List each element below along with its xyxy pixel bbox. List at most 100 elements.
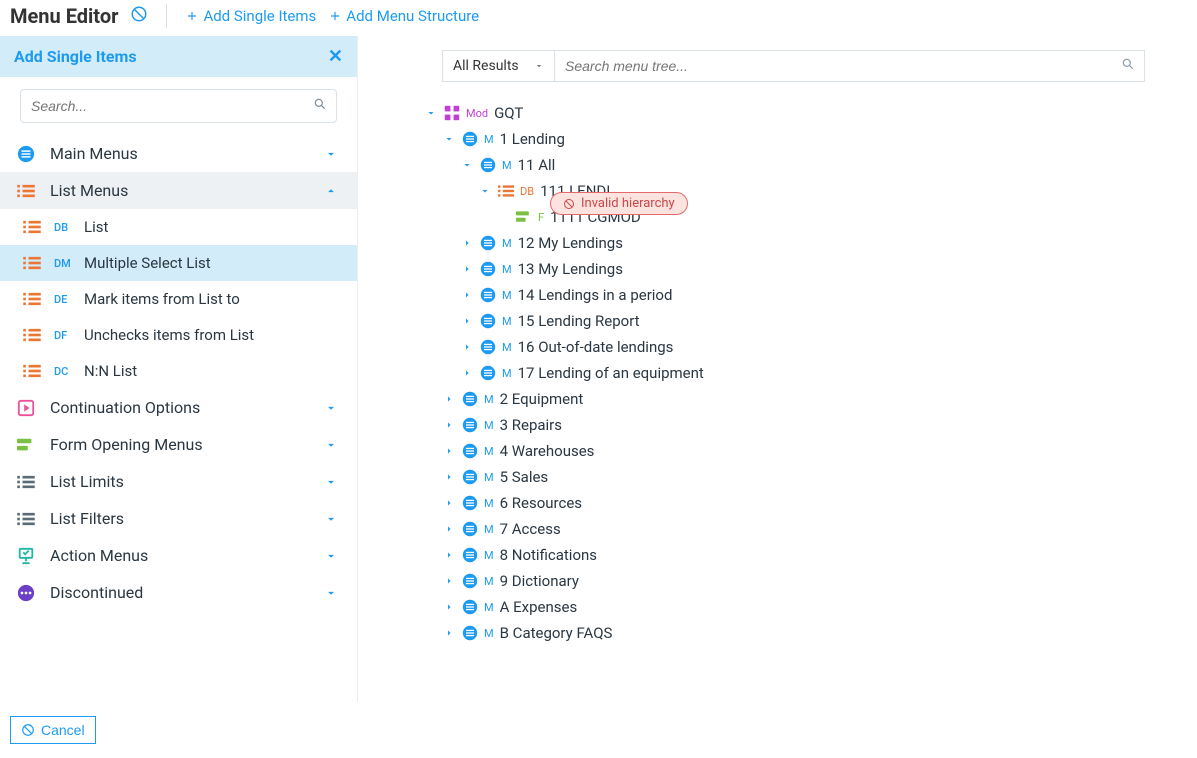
tree-node[interactable]: M16 Out-of-date lendings [458,334,1181,360]
tree-search-icon[interactable] [1121,57,1135,75]
tree-root-node[interactable]: ModGQT [422,100,1181,126]
toggle-icon[interactable] [460,158,474,172]
tree-node[interactable]: M8 Notifications [440,542,1181,568]
tree-node[interactable]: M2 Equipment [440,386,1181,412]
tree-node[interactable]: M12 My Lendings [458,230,1181,256]
menu-circle-icon [480,365,496,381]
node-label: A Expenses [500,598,578,616]
tree-node[interactable]: M6 Resources [440,490,1181,516]
sub-item[interactable]: DF Unchecks items from List [0,317,357,353]
toggle-icon[interactable] [442,496,456,510]
footer: Cancel [0,702,1197,758]
toggle-icon[interactable] [442,392,456,406]
list-icon [22,364,42,378]
toggle-icon[interactable] [460,236,474,250]
category-label: List Limits [50,472,124,491]
db-list-icon [498,183,514,199]
tree-node[interactable]: M 13 My Lendings [458,256,1181,282]
menu-circle-icon [462,417,478,433]
chevron-down-icon [321,549,341,563]
node-label: 13 My Lendings [518,260,623,278]
tree-node[interactable]: M4 Warehouses [440,438,1181,464]
toggle-icon[interactable] [460,314,474,328]
node-label: 2 Equipment [500,390,584,408]
tree-node[interactable]: F1111 CGMODInvalid hierarchy [494,204,1181,230]
category-label: Action Menus [50,546,148,565]
category-main-menus[interactable]: Main Menus [0,135,357,172]
tree-search-input[interactable] [554,50,1145,82]
menu-circle-icon [480,313,496,329]
filter-select[interactable]: All Results [442,50,554,82]
type-tag: M [484,445,494,458]
sub-label: N:N List [84,362,137,380]
toggle-icon[interactable] [442,470,456,484]
toggle-icon[interactable] [460,366,474,380]
tree-node[interactable]: M17 Lending of an equipment [458,360,1181,386]
sub-code: DE [54,293,72,306]
tree-node[interactable]: M 7 Access [440,516,1181,542]
sub-item[interactable]: DC N:N List [0,353,357,389]
toggle-icon[interactable] [442,574,456,588]
tree-node[interactable]: M15 Lending Report [458,308,1181,334]
toggle-icon[interactable] [442,132,456,146]
type-tag: M [502,289,512,302]
tree-node[interactable]: M11 All [458,152,1181,178]
category-icon [16,399,36,417]
menu-circle-icon [480,157,496,173]
list-icon [22,328,42,342]
type-tag: M [484,601,494,614]
type-tag: M [484,627,494,640]
toggle-icon[interactable] [442,600,456,614]
sub-item[interactable]: DB List [0,209,357,245]
chevron-down-icon [321,586,341,600]
toggle-icon[interactable] [442,548,456,562]
toggle-icon[interactable] [442,626,456,640]
toggle-icon[interactable] [460,288,474,302]
toggle-icon[interactable] [478,184,492,198]
sub-item[interactable]: DE Mark items from List to [0,281,357,317]
tree-node[interactable]: M A Expenses [440,594,1181,620]
type-tag: Mod [466,107,488,120]
sub-label: Multiple Select List [84,254,211,272]
tree-node[interactable]: MB Category FAQS [440,620,1181,646]
add-single-items-button[interactable]: Add Single Items [185,7,316,25]
search-input[interactable] [20,89,337,123]
toggle-icon[interactable] [442,522,456,536]
add-menu-structure-button[interactable]: Add Menu Structure [328,7,479,25]
toggle-icon[interactable] [460,262,474,276]
menu-circle-icon [462,469,478,485]
tree-node[interactable]: M3 Repairs [440,412,1181,438]
menu-circle-icon [462,599,478,615]
sub-item[interactable]: DM Multiple Select List [0,245,357,281]
category-form-opening[interactable]: Form Opening Menus [0,426,357,463]
cancel-button[interactable]: Cancel [10,716,96,744]
type-tag: M [484,523,494,536]
tree-node[interactable]: M14 Lendings in a period [458,282,1181,308]
type-tag: M [502,263,512,276]
type-tag: M [484,133,494,146]
close-icon[interactable]: ✕ [328,46,343,67]
category-list-menus[interactable]: List Menus [0,172,357,209]
toggle-icon[interactable] [442,418,456,432]
node-label: 3 Repairs [500,416,562,434]
category-list-filters[interactable]: List Filters [0,500,357,537]
tree-node[interactable]: M5 Sales [440,464,1181,490]
toggle-icon[interactable] [460,340,474,354]
search-icon[interactable] [313,97,327,115]
sub-label: List [84,218,108,236]
node-label: 7 Access [500,520,561,538]
list-icon [22,292,42,306]
category-discontinued[interactable]: Discontinued [0,574,357,611]
tree-node[interactable]: M9 Dictionary [440,568,1181,594]
category-list-limits[interactable]: List Limits [0,463,357,500]
sub-code: DC [54,365,72,378]
prohibit-icon [130,5,148,27]
category-action-menus[interactable]: Action Menus [0,537,357,574]
type-tag: DB [520,185,534,198]
node-label: 16 Out-of-date lendings [518,338,674,356]
toggle-icon[interactable] [424,106,438,120]
tree-node[interactable]: M1 Lending [440,126,1181,152]
category-label: Discontinued [50,583,143,602]
toggle-icon[interactable] [442,444,456,458]
category-continuation[interactable]: Continuation Options [0,389,357,426]
